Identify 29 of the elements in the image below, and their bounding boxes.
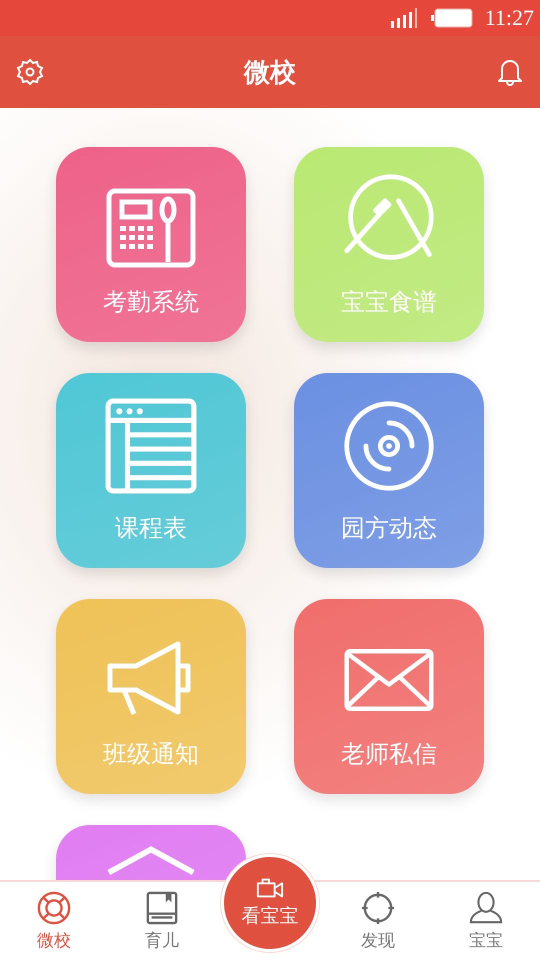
header-title: 微校 xyxy=(244,56,296,90)
nav-tab[interactable]: 宝宝 xyxy=(432,882,540,960)
tile-label: 考勤系统 xyxy=(103,287,199,318)
feature-tile[interactable]: 园方动态 xyxy=(294,373,484,568)
feature-tile[interactable]: 老师私信 xyxy=(294,599,484,794)
video-camera-icon xyxy=(256,877,284,899)
settings-icon[interactable] xyxy=(16,58,44,86)
lifebuoy-icon xyxy=(37,890,71,924)
battery-icon xyxy=(430,8,473,28)
tile-label: 班级通知 xyxy=(103,739,199,770)
tile-label: 园方动态 xyxy=(341,513,437,544)
list-window-icon xyxy=(103,398,199,494)
feature-tile[interactable]: 班级通知 xyxy=(56,599,246,794)
watch-baby-button[interactable]: 看宝宝 xyxy=(221,854,319,952)
tile-label: 宝宝食谱 xyxy=(341,287,437,318)
notification-bell-icon[interactable] xyxy=(496,58,524,86)
feature-tile[interactable]: 课程表 xyxy=(56,373,246,568)
nav-tab[interactable]: 微校 xyxy=(0,882,108,960)
tile-label: 老师私信 xyxy=(341,739,437,770)
nav-tab[interactable]: 育儿 xyxy=(108,882,216,960)
signal-icon xyxy=(390,8,419,28)
keypad-device-icon xyxy=(106,188,196,268)
tile-label: 课程表 xyxy=(115,513,187,544)
book-icon xyxy=(145,890,179,924)
crosshair-icon xyxy=(361,890,395,924)
feature-tile[interactable]: 考勤系统 xyxy=(56,147,246,342)
status-time: 11:27 xyxy=(484,5,534,31)
nav-tab[interactable]: 发现 xyxy=(324,882,432,960)
person-icon xyxy=(469,890,503,924)
